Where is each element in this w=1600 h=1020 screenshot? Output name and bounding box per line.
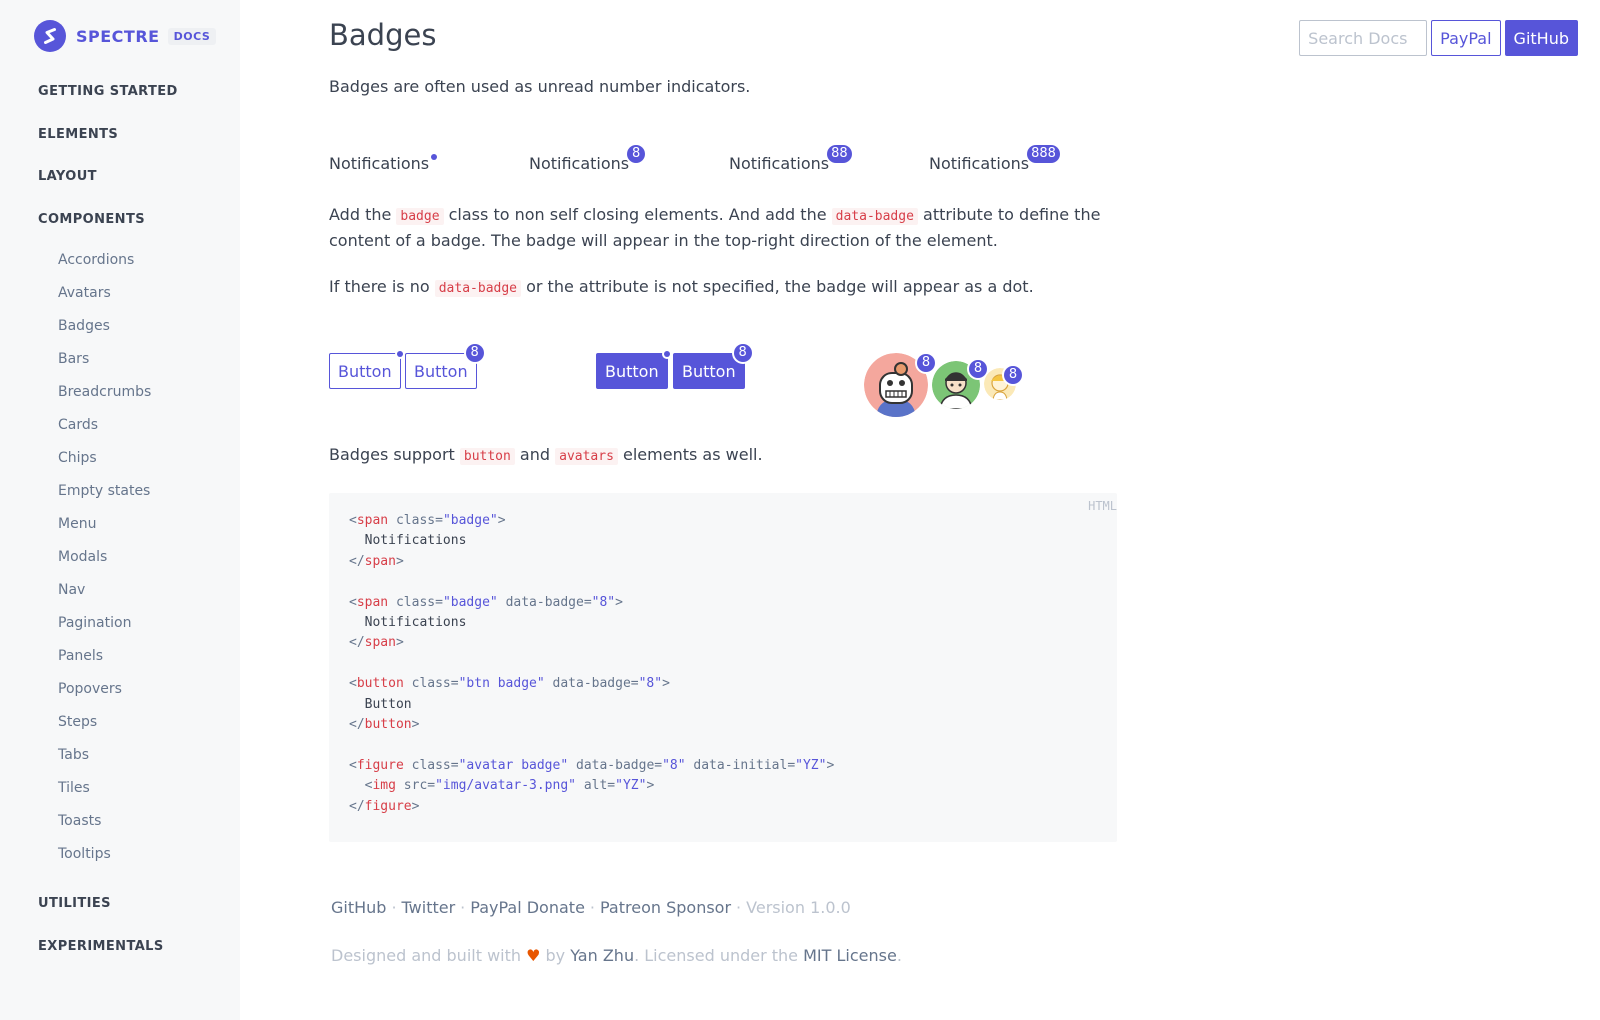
code-data-badge: data-badge: [434, 280, 522, 297]
nav-section-getting-started[interactable]: GETTING STARTED: [38, 84, 178, 99]
code-button: button: [459, 448, 515, 465]
sidebar-item-bars[interactable]: Bars: [58, 351, 89, 367]
nav-section-components[interactable]: COMPONENTS: [38, 212, 145, 227]
demo-primary-button-dot[interactable]: Button: [596, 351, 670, 389]
badge-dot: [431, 154, 438, 160]
nav-section-elements[interactable]: ELEMENTS: [38, 127, 118, 142]
badge-description: Add the badge class to non self closing …: [329, 205, 1101, 250]
avatar-badge: 8: [917, 354, 935, 372]
notification-label: Notifications: [729, 154, 830, 173]
sidebar-item-avatars[interactable]: Avatars: [58, 285, 111, 301]
demo-primary-button-badge[interactable]: Button 8: [673, 344, 752, 389]
badge-count: 8: [465, 344, 484, 362]
page-title: Badges: [329, 18, 437, 52]
code-badge: badge: [396, 208, 444, 225]
sidebar-item-tiles[interactable]: Tiles: [58, 780, 90, 796]
dot-description: If there is no data-badge or the attribu…: [329, 277, 1034, 297]
footer-link-github[interactable]: GitHub: [331, 898, 386, 917]
footer-author-link[interactable]: Yan Zhu: [570, 946, 634, 965]
notification-example-888: Notifications 888: [929, 145, 1060, 173]
nav-section-experimentals[interactable]: EXPERIMENTALS: [38, 939, 164, 954]
footer-license-link[interactable]: MIT License: [803, 946, 897, 965]
notification-label: Notifications: [529, 154, 630, 173]
spectre-logo-icon: [34, 20, 66, 52]
code-data-badge: data-badge: [831, 208, 918, 225]
sidebar-item-accordions[interactable]: Accordions: [58, 252, 134, 268]
paypal-button[interactable]: PayPal: [1431, 20, 1501, 56]
support-description: Badges support button and avatars elemen…: [329, 445, 763, 465]
code-example-block[interactable]: HTML <span class="badge"> Notifications …: [329, 493, 1117, 842]
demo-button-badge[interactable]: Button 8: [405, 344, 484, 389]
sidebar-item-empty-states[interactable]: Empty states: [58, 483, 150, 499]
sidebar-item-badges[interactable]: Badges: [58, 318, 110, 334]
sidebar-item-popovers[interactable]: Popovers: [58, 681, 122, 697]
sidebar-item-modals[interactable]: Modals: [58, 549, 107, 565]
notification-example-8: Notifications 8: [529, 145, 646, 173]
footer-credits: Designed and built with ♥ by Yan Zhu. Li…: [331, 946, 902, 965]
sidebar-item-panels[interactable]: Panels: [58, 648, 103, 664]
badge-dot: [396, 351, 403, 357]
sidebar-item-pagination[interactable]: Pagination: [58, 615, 131, 631]
badge-count: 88: [827, 145, 852, 163]
demo-button-dot[interactable]: Button: [329, 351, 403, 389]
avatar-badge: 8: [969, 360, 987, 378]
footer-links: GitHub · Twitter · PayPal Donate · Patreon Spo…: [331, 898, 851, 917]
badge-count: 8: [733, 344, 752, 362]
avatar-badge: 8: [1004, 366, 1022, 384]
sidebar-item-cards[interactable]: Cards: [58, 417, 98, 433]
notification-label: Notifications: [329, 154, 430, 173]
intro-text: Badges are often used as unread number i…: [329, 77, 751, 96]
badge-count: 8: [627, 145, 646, 163]
sidebar-item-menu[interactable]: Menu: [58, 516, 96, 532]
top-bar: PayPal GitHub: [1299, 20, 1578, 56]
badge-count: 888: [1027, 145, 1060, 163]
github-button[interactable]: GitHub: [1504, 20, 1578, 56]
code-language-label: HTML: [1088, 499, 1117, 513]
notification-example-dot: Notifications: [329, 154, 438, 173]
sidebar-item-steps[interactable]: Steps: [58, 714, 97, 730]
nav-section-layout[interactable]: LAYOUT: [38, 169, 97, 184]
code-avatars: avatars: [555, 448, 618, 465]
badge-dot: [663, 351, 670, 357]
brand[interactable]: SPECTRE DOCS: [34, 20, 217, 52]
brand-name: SPECTRE: [76, 26, 160, 46]
sidebar: SPECTRE DOCS GETTING STARTED ELEMENTS LA…: [0, 0, 240, 1020]
footer-version: Version 1.0.0: [746, 898, 851, 917]
code-content: <span class="badge"> Notifications </spa…: [349, 513, 835, 814]
nav-section-utilities[interactable]: UTILITIES: [38, 896, 111, 911]
sidebar-item-nav[interactable]: Nav: [58, 582, 85, 598]
sidebar-item-toasts[interactable]: Toasts: [58, 813, 101, 829]
brand-docs-tag: DOCS: [167, 27, 217, 45]
sidebar-item-tabs[interactable]: Tabs: [58, 747, 89, 763]
notification-example-88: Notifications 88: [729, 145, 852, 173]
notification-label: Notifications: [929, 154, 1030, 173]
footer-link-patreon-sponsor[interactable]: Patreon Sponsor: [600, 898, 731, 917]
footer-link-paypal-donate[interactable]: PayPal Donate: [470, 898, 585, 917]
search-docs-input[interactable]: [1299, 20, 1428, 56]
sidebar-item-chips[interactable]: Chips: [58, 450, 97, 466]
heart-icon: ♥: [526, 946, 541, 965]
sidebar-item-tooltips[interactable]: Tooltips: [58, 846, 111, 862]
footer-link-twitter[interactable]: Twitter: [402, 898, 456, 917]
sidebar-item-breadcrumbs[interactable]: Breadcrumbs: [58, 384, 151, 400]
